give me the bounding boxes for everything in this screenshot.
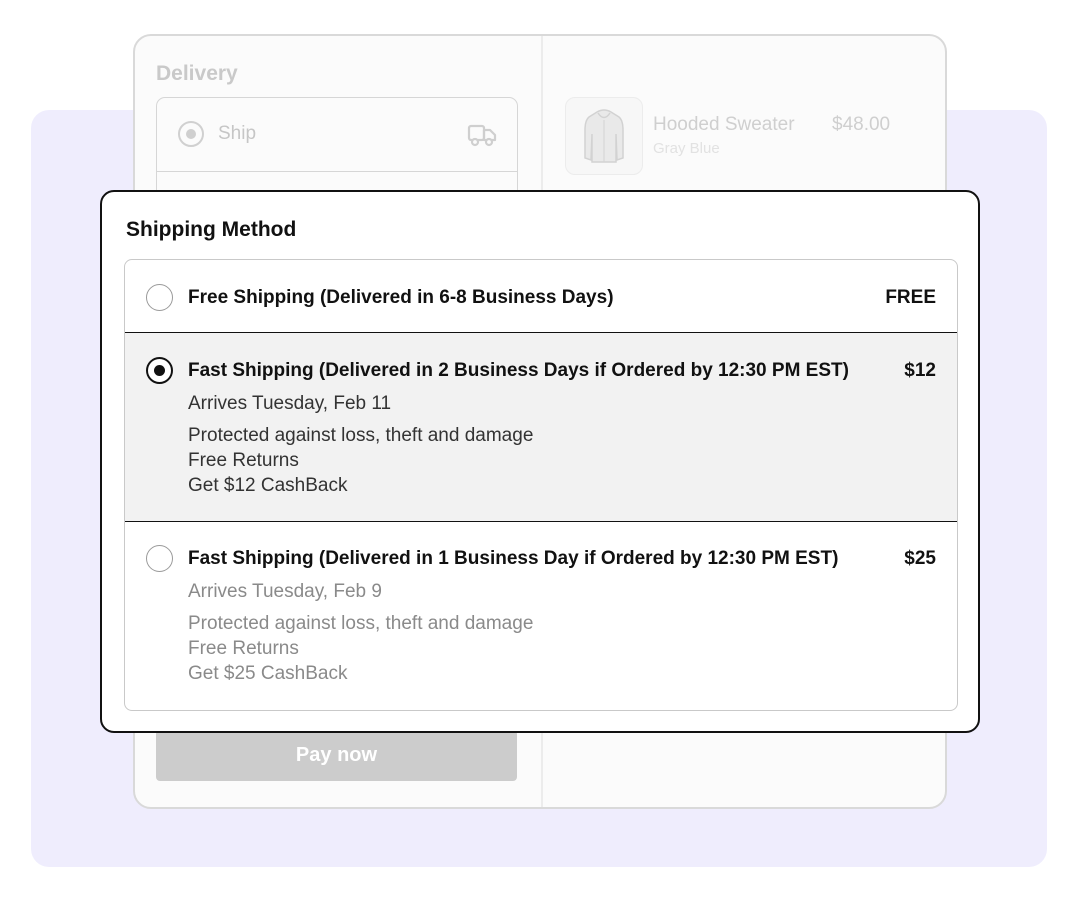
shipping-options-list: Free Shipping (Delivered in 6-8 Business… <box>124 259 958 711</box>
sweater-icon <box>584 109 624 163</box>
option-arrival: Arrives Tuesday, Feb 11 <box>188 393 392 414</box>
option-benefit: Protected against loss, theft and damage <box>188 613 534 634</box>
shipping-method-modal: Shipping Method Free Shipping (Delivered… <box>100 190 980 733</box>
product-name: Hooded Sweater <box>653 114 795 135</box>
pay-now-button[interactable]: Pay now <box>156 730 517 781</box>
shipping-option-free[interactable]: Free Shipping (Delivered in 6-8 Business… <box>125 260 957 332</box>
option-title: Fast Shipping (Delivered in 2 Business D… <box>188 360 849 381</box>
radio-fast-2day[interactable] <box>146 357 173 384</box>
option-arrival: Arrives Tuesday, Feb 9 <box>188 581 382 602</box>
ship-option[interactable]: Ship <box>156 97 518 172</box>
option-benefit: Free Returns <box>188 638 299 659</box>
ship-radio[interactable] <box>178 121 204 147</box>
radio-fast-1day[interactable] <box>146 545 173 572</box>
option-price: $12 <box>904 360 936 381</box>
option-benefit: Free Returns <box>188 450 299 471</box>
option-title: Free Shipping (Delivered in 6-8 Business… <box>188 287 614 308</box>
product-price: $48.00 <box>832 114 891 135</box>
product-thumbnail <box>565 97 643 175</box>
delivery-title: Delivery <box>156 62 238 85</box>
truck-icon <box>467 124 497 147</box>
ship-label: Ship <box>218 123 257 144</box>
modal-title: Shipping Method <box>126 218 297 241</box>
shipping-option-fast-2day[interactable]: Fast Shipping (Delivered in 2 Business D… <box>125 332 957 522</box>
option-price: $25 <box>904 548 936 569</box>
option-benefit: Get $12 CashBack <box>188 475 348 496</box>
radio-free[interactable] <box>146 284 173 311</box>
option-benefit: Get $25 CashBack <box>188 663 348 684</box>
option-title: Fast Shipping (Delivered in 1 Business D… <box>188 548 839 569</box>
product-variant: Gray Blue <box>653 140 720 157</box>
shipping-option-fast-1day[interactable]: Fast Shipping (Delivered in 1 Business D… <box>125 522 957 710</box>
option-benefit: Protected against loss, theft and damage <box>188 425 534 446</box>
option-price: FREE <box>885 287 936 308</box>
ship-option-continuation <box>156 172 518 192</box>
